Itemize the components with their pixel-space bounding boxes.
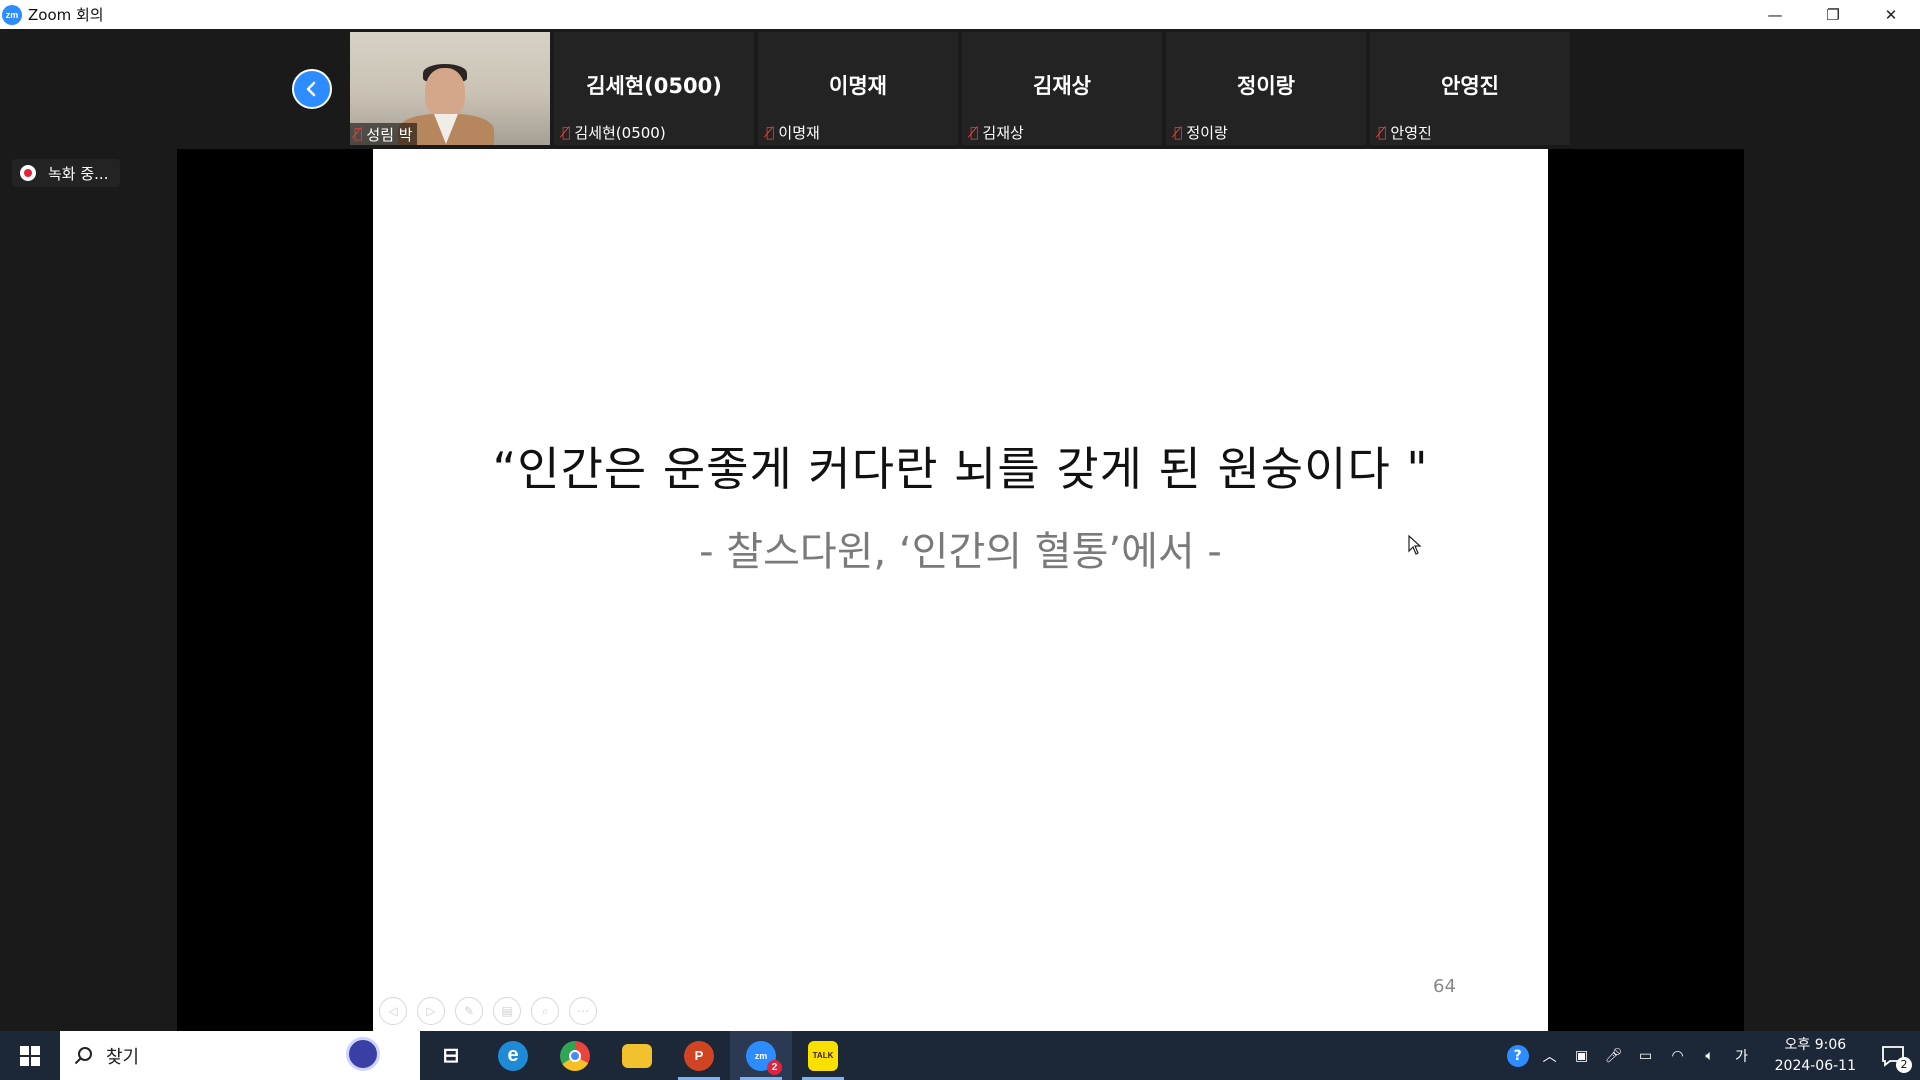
participant-tile[interactable]: 김세현(0500) 🎙̸ 김세현(0500) [554,32,754,145]
search-placeholder: 찾기 [106,1046,140,1068]
participant-strip: 🎙̸ 성림 박 김세현(0500) 🎙̸ 김세현(0500) 이명재 🎙̸ 이명… [350,32,1574,147]
participant-display-name: 안영진 [1441,74,1499,98]
help-icon[interactable]: ? [1506,1044,1529,1067]
more-icon[interactable]: ⋯ [569,997,597,1025]
record-icon [20,165,36,181]
participant-name: 성림 박 [366,125,413,144]
participant-tile[interactable]: 정이랑 🎙̸ 정이랑 [1166,32,1366,145]
windows-taskbar: 찾기 ⊟ e P zm 2 TALK ? ︿ ▣ 🎤︎ ▭ ◠ 🔈︎ 가 오후 … [0,1031,1920,1080]
window-controls: — ❐ ✕ [1746,0,1920,29]
shared-slide: “인간은 운좋게 커다란 뇌를 갖게 된 원숭이다 " - 찰스다윈, ‘인간의… [373,149,1548,1031]
zoom-icon[interactable]: ⌕ [531,997,559,1025]
recording-indicator[interactable]: 녹화 중... [12,159,121,187]
participant-display-name: 정이랑 [1237,74,1295,98]
kakaotalk-icon: TALK [808,1040,838,1071]
clock-date: 2024-06-11 [1774,1057,1856,1074]
recording-label: 녹화 중... [48,164,109,183]
meeting-area: 🎙̸ 성림 박 김세현(0500) 🎙̸ 김세현(0500) 이명재 🎙̸ 이명… [0,29,1920,1031]
zoom-notification-badge: 2 [767,1059,782,1075]
task-view-button[interactable]: ⊟ [420,1031,482,1080]
participant-name: 정이랑 [1186,124,1228,142]
taskbar-app-zoom[interactable]: zm 2 [730,1031,792,1080]
slide-toolbar: ◁ ▷ ✎ ▤ ⌕ ⋯ [379,997,597,1025]
taskbar-app-edge[interactable]: e [482,1031,544,1080]
volume-icon[interactable]: 🔈︎ [1699,1045,1721,1067]
system-tray: ? ︿ ▣ 🎤︎ ▭ ◠ 🔈︎ 가 오후 9:06 2024-06-11 2 [1506,1031,1920,1080]
zoom-app-icon: zm 2 [746,1040,782,1075]
start-button[interactable] [0,1031,60,1080]
participant-display-name: 김세현(0500) [586,74,722,98]
slide-attribution: - 찰스다윈, ‘인간의 혈통’에서 - [699,529,1222,575]
mic-muted-icon: 🎙̸ [1174,124,1183,141]
participant-tile[interactable]: 김재상 🎙̸ 김재상 [962,32,1162,145]
mic-muted-icon: 🎙̸ [766,124,775,141]
windows-logo-icon [20,1045,40,1066]
mic-muted-icon: 🎙̸ [970,124,979,141]
taskbar-app-chrome[interactable] [544,1031,606,1080]
minimize-button[interactable]: — [1746,0,1804,29]
microphone-icon[interactable]: 🎤︎ [1603,1045,1625,1067]
chevron-up-icon[interactable]: ︿ [1539,1045,1561,1067]
previous-page-button[interactable] [292,69,332,109]
chrome-icon [560,1040,590,1071]
ime-indicator[interactable]: 가 [1731,1045,1753,1067]
taskbar-clock[interactable]: 오후 9:06 2024-06-11 [1775,1035,1856,1077]
window-title: Zoom 회의 [28,6,104,24]
pen-icon[interactable]: ✎ [455,997,483,1025]
close-button[interactable]: ✕ [1862,0,1920,29]
taskbar-app-powerpoint[interactable]: P [668,1031,730,1080]
participant-tile[interactable]: 🎙̸ 성림 박 [350,32,550,145]
clock-time: 오후 9:06 [1784,1036,1847,1053]
meet-now-icon[interactable]: ▣ [1571,1045,1593,1067]
slides-overview-icon[interactable]: ▤ [493,997,521,1025]
slide-page-number: 64 [1433,976,1456,997]
search-highlight-clock-icon [346,1037,380,1071]
participant-name: 이명재 [778,124,820,142]
notification-center-button[interactable]: 2 [1878,1041,1912,1073]
participant-name: 안영진 [1390,124,1432,142]
participant-name: 김세현(0500) [574,124,666,142]
mic-muted-icon: 🎙̸ [1378,124,1387,141]
participant-display-name: 김재상 [1033,74,1091,98]
window-titlebar: zm Zoom 회의 — ❐ ✕ [0,0,1920,29]
notification-count-badge: 2 [1896,1056,1912,1073]
task-view-icon: ⊟ [442,1045,460,1067]
mic-muted-icon: 🎙̸ [354,126,363,142]
participant-tile[interactable]: 이명재 🎙̸ 이명재 [758,32,958,145]
participant-tile[interactable]: 안영진 🎙̸ 안영진 [1370,32,1570,145]
folder-icon [622,1043,652,1068]
powerpoint-icon: P [684,1040,714,1071]
restore-button[interactable]: ❐ [1804,0,1862,29]
mic-muted-icon: 🎙̸ [562,124,571,141]
next-slide-icon[interactable]: ▷ [417,997,445,1025]
slide-quote: “인간은 운좋게 커다란 뇌를 갖게 된 원숭이다 " [492,442,1429,496]
taskbar-app-kakaotalk[interactable]: TALK [792,1031,854,1080]
wifi-icon[interactable]: ◠ [1667,1045,1689,1067]
chevron-left-icon [306,81,316,97]
taskbar-app-file-explorer[interactable] [606,1031,668,1080]
edge-icon: e [498,1040,528,1071]
participant-name: 김재상 [982,124,1024,142]
prev-slide-icon[interactable]: ◁ [379,997,407,1025]
battery-icon[interactable]: ▭ [1635,1045,1657,1067]
search-icon [74,1046,92,1064]
participant-display-name: 이명재 [829,74,887,98]
taskbar-search-box[interactable]: 찾기 [60,1031,420,1080]
zoom-logo-icon: zm [2,4,22,25]
